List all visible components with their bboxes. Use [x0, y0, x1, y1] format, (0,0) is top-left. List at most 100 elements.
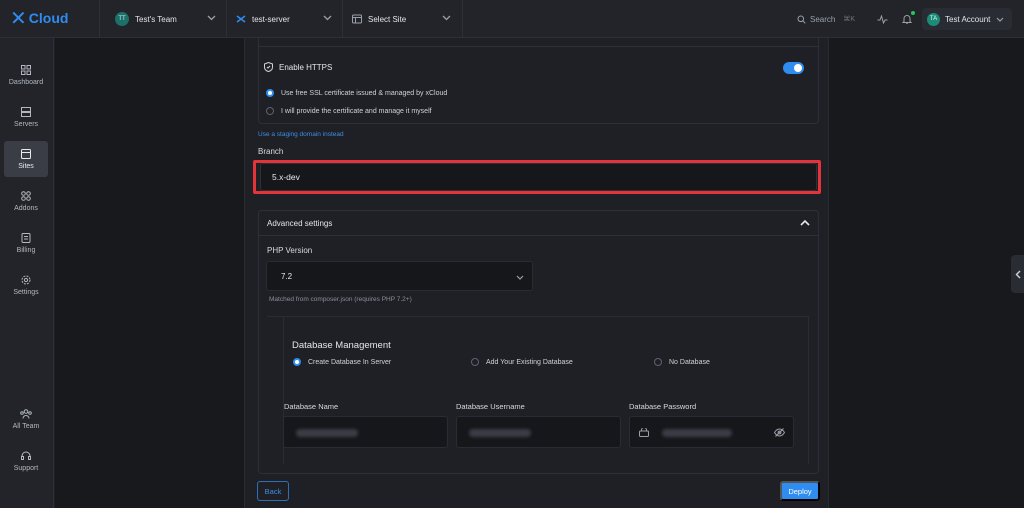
- php-version-label: PHP Version: [267, 246, 313, 255]
- search-label: Search: [810, 14, 836, 24]
- account-avatar: TA: [927, 12, 940, 26]
- sidebar-item-sites[interactable]: Sites: [4, 141, 48, 177]
- notification-dot: [911, 11, 915, 15]
- sidebar-item-billing[interactable]: Billing: [4, 226, 48, 260]
- advanced-settings-header[interactable]: [258, 210, 819, 236]
- sidebar-item-all-team[interactable]: All Team: [4, 402, 48, 436]
- db-username-label: Database Username: [456, 402, 525, 411]
- sidebar-item-label: Dashboard: [8, 78, 44, 86]
- sidebar-item-dashboard[interactable]: Dashboard: [4, 58, 48, 92]
- db-option-label: No Database: [669, 358, 710, 366]
- blurred-value: [469, 429, 531, 437]
- db-name-label: Database Name: [284, 402, 339, 411]
- search-icon: [797, 15, 806, 24]
- ssl-option-free[interactable]: Use free SSL certificate issued & manage…: [266, 89, 447, 97]
- db-option-label: Create Database In Server: [308, 358, 392, 366]
- sidebar: Dashboard Servers Sites Addons Billing S…: [0, 38, 54, 508]
- sites-icon: [21, 148, 31, 159]
- site-label: Select Site: [368, 14, 407, 24]
- https-label: Enable HTTPS: [279, 62, 333, 72]
- server-icon: [236, 14, 246, 24]
- sidebar-item-servers[interactable]: Servers: [4, 100, 48, 134]
- key-icon: [639, 428, 649, 437]
- deploy-button[interactable]: Deploy: [780, 481, 820, 501]
- addons-icon: [21, 190, 31, 201]
- team-label: Test's Team: [135, 14, 177, 24]
- database-management-title: Database Management: [292, 340, 391, 351]
- db-option-existing[interactable]: Add Your Existing Database: [471, 358, 573, 366]
- collapse-panel-button[interactable]: [1011, 255, 1024, 293]
- db-option-none[interactable]: No Database: [654, 358, 710, 366]
- https-row: Enable HTTPS: [264, 62, 332, 72]
- sidebar-item-label: Sites: [18, 162, 34, 170]
- billing-icon: [21, 232, 31, 243]
- overlay-backdrop: [55, 38, 244, 508]
- gear-icon: [21, 275, 31, 285]
- ssl-option-label: Use free SSL certificate issued & manage…: [281, 89, 448, 97]
- branch-input[interactable]: 5.x-dev: [260, 163, 817, 191]
- servers-icon: [21, 106, 31, 117]
- blurred-value: [296, 429, 358, 437]
- advanced-settings-title: Advanced settings: [267, 219, 333, 228]
- headset-icon: [21, 451, 31, 461]
- divider: [462, 0, 463, 38]
- db-password-label: Database Password: [629, 402, 697, 411]
- eye-off-icon[interactable]: [774, 428, 785, 437]
- bell-icon: [902, 14, 912, 24]
- team-icon: [20, 408, 32, 419]
- back-button[interactable]: Back: [257, 481, 289, 501]
- toggle-knob: [794, 64, 802, 72]
- staging-domain-link[interactable]: Use a staging domain instead: [258, 131, 344, 138]
- sidebar-item-label: Support: [13, 464, 39, 472]
- radio-unselected[interactable]: [266, 107, 274, 115]
- radio-selected[interactable]: [266, 89, 274, 97]
- sidebar-item-label: Settings: [13, 288, 39, 296]
- dashboard-icon: [21, 64, 31, 75]
- logo-text: Cloud: [28, 10, 69, 26]
- chevron-down-icon: [516, 273, 524, 282]
- db-username-input[interactable]: [456, 416, 621, 448]
- logo-mark-icon: ✕: [10, 6, 27, 30]
- shield-icon: [264, 62, 273, 72]
- sidebar-item-label: All Team: [12, 422, 40, 430]
- sidebar-item-addons[interactable]: Addons: [4, 184, 48, 218]
- php-version-value: 7.2: [281, 271, 293, 281]
- divider: [99, 0, 100, 38]
- activity-icon: [877, 14, 888, 24]
- overlay-backdrop: [829, 38, 1024, 508]
- chevron-down-icon: [323, 15, 332, 21]
- php-version-hint: Matched from composer.json (requires PHP…: [269, 296, 412, 303]
- account-label: Test Account: [945, 14, 991, 24]
- chevron-left-icon: [1015, 270, 1021, 279]
- sidebar-item-settings[interactable]: Settings: [4, 268, 48, 302]
- radio-selected[interactable]: [293, 358, 301, 366]
- branch-label: Branch: [258, 147, 284, 156]
- ssl-option-label: I will provide the certificate and manag…: [281, 107, 432, 115]
- radio-unselected[interactable]: [654, 358, 662, 366]
- chevron-down-icon: [996, 17, 1004, 22]
- team-avatar: TT: [115, 12, 129, 26]
- radio-unselected[interactable]: [471, 358, 479, 366]
- chevron-up-icon[interactable]: [800, 218, 810, 228]
- activity-button[interactable]: [874, 11, 890, 27]
- blurred-value: [662, 429, 732, 437]
- sidebar-item-support[interactable]: Support: [4, 444, 48, 478]
- db-option-label: Add Your Existing Database: [486, 358, 573, 366]
- search-button[interactable]: Search ⌘K: [797, 8, 863, 30]
- notifications-button[interactable]: [899, 11, 915, 27]
- divider: [258, 46, 819, 47]
- divider: [342, 0, 343, 38]
- server-label: test-server: [252, 14, 290, 24]
- db-name-input[interactable]: [283, 416, 448, 448]
- xcloud-logo[interactable]: ✕ Cloud: [10, 6, 69, 30]
- account-menu[interactable]: TA Test Account: [922, 8, 1012, 30]
- db-password-input[interactable]: [629, 416, 794, 448]
- php-version-select[interactable]: 7.2: [266, 261, 533, 291]
- https-toggle[interactable]: [783, 62, 804, 74]
- ssl-option-custom[interactable]: I will provide the certificate and manag…: [266, 107, 432, 115]
- browser-window-icon: [352, 14, 362, 24]
- top-bar: ✕ Cloud TT Test's Team test-server Selec…: [0, 0, 1024, 38]
- site-selector[interactable]: Select Site: [352, 8, 456, 30]
- branch-value: 5.x-dev: [272, 172, 300, 182]
- db-option-create[interactable]: Create Database In Server: [293, 358, 391, 366]
